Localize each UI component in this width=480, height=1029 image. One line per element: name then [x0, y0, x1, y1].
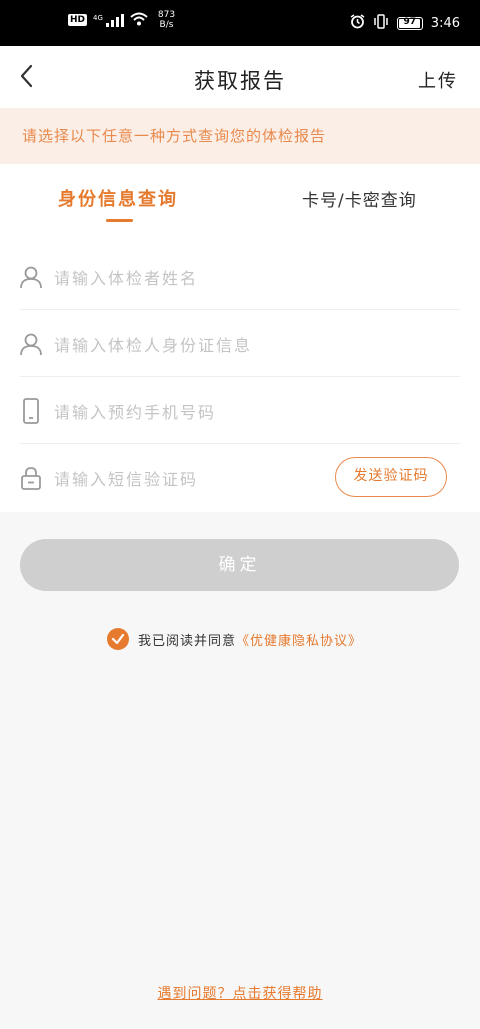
status-left: HD 4G 873 B/s: [68, 10, 175, 30]
status-bar: HD 4G 873 B/s 97 3:46: [0, 0, 480, 46]
agreement-checkbox[interactable]: [107, 628, 129, 650]
status-right: 97 3:46: [350, 14, 460, 33]
confirm-button[interactable]: 确定: [20, 539, 459, 591]
phone-icon: [18, 398, 44, 424]
tab-card-query[interactable]: 卡号/卡密查询: [302, 186, 417, 211]
query-form: 发送验证码: [0, 230, 480, 512]
privacy-policy-link[interactable]: 《优健康隐私协议》: [236, 630, 362, 649]
code-row: 发送验证码: [0, 445, 480, 511]
phone-row: [0, 378, 480, 444]
id-number-input[interactable]: [52, 327, 316, 363]
sms-code-input[interactable]: [52, 461, 316, 497]
lock-icon: [18, 465, 44, 491]
agreement-row: 我已阅读并同意 《优健康隐私协议》: [107, 628, 362, 650]
vibrate-icon: [373, 14, 389, 33]
name-row: [0, 244, 480, 310]
notice-banner: 请选择以下任意一种方式查询您的体检报告: [0, 108, 480, 164]
battery-level: 97: [403, 17, 417, 27]
signal-icon: 4G: [93, 13, 124, 27]
net-speed-value: 873: [157, 10, 176, 20]
query-tabs: 身份信息查询 卡号/卡密查询: [0, 164, 480, 230]
divider: [20, 376, 460, 377]
phone-input[interactable]: [52, 394, 316, 430]
name-input[interactable]: [52, 260, 316, 296]
alarm-icon: [350, 14, 365, 33]
net-speed-unit: B/s: [159, 20, 174, 30]
user-icon: [18, 264, 44, 290]
battery-icon: 97: [396, 17, 423, 30]
net-speed: 873 B/s: [158, 10, 175, 30]
divider: [20, 309, 460, 310]
user-icon: [18, 331, 44, 357]
send-code-button[interactable]: 发送验证码: [335, 457, 447, 497]
signal-label: 4G: [93, 13, 103, 22]
clock: 3:46: [430, 16, 460, 31]
wifi-icon: [130, 11, 148, 30]
id-row: [0, 311, 480, 377]
check-icon: [111, 633, 125, 645]
divider: [20, 443, 460, 444]
agreement-text: 我已阅读并同意: [138, 633, 237, 649]
tab-id-query[interactable]: 身份信息查询: [58, 185, 178, 211]
header: 获取报告 上传: [0, 46, 480, 108]
active-tab-indicator: [106, 219, 133, 222]
help-link[interactable]: 遇到问题？点击获得帮助: [0, 983, 480, 1003]
page-title: 获取报告: [194, 69, 286, 93]
hd-badge: HD: [68, 14, 88, 26]
upload-button[interactable]: 上传: [418, 67, 458, 93]
